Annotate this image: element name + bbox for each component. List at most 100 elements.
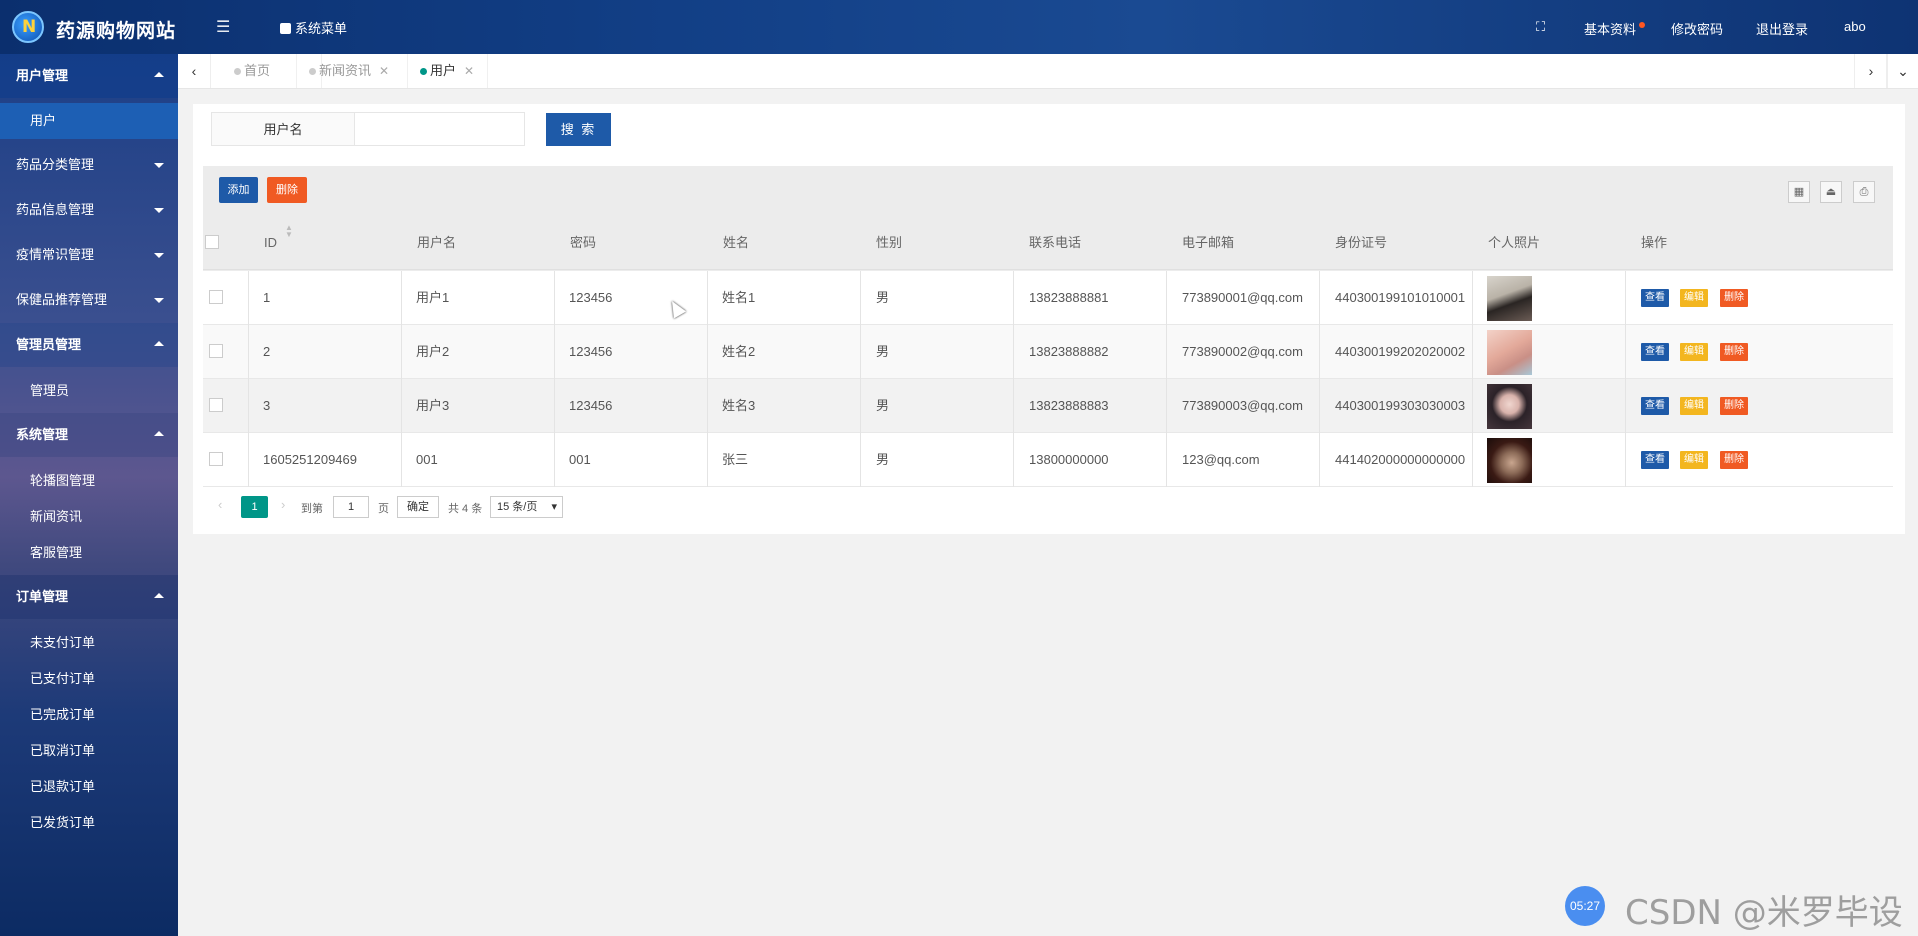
divider	[248, 433, 249, 487]
username-label[interactable]: abo	[1844, 19, 1866, 34]
delete-button[interactable]: 删除	[1720, 343, 1748, 361]
total-count: 共 4 条	[448, 503, 483, 515]
tab-dot	[234, 68, 241, 75]
sidebar-group-label: 订单管理	[16, 589, 69, 604]
col-header-password: 密码	[570, 235, 597, 250]
search-username-label: 用户名	[211, 112, 355, 146]
sidebar-item-user[interactable]: 用户	[0, 103, 178, 139]
sidebar-group-user-management[interactable]: 用户管理	[0, 54, 178, 98]
row-checkbox[interactable]	[209, 452, 223, 466]
cell-id: 1	[263, 290, 271, 305]
divider	[707, 433, 708, 487]
sidebar-group-system-management[interactable]: 系统管理	[0, 413, 178, 457]
table-row: 3 用户3 123456 姓名3 男 13823888883 773890003…	[203, 379, 1893, 433]
tab-news[interactable]: 新闻资讯 ✕	[296, 54, 408, 88]
edit-button[interactable]: 编辑	[1680, 451, 1708, 469]
goto-confirm-button[interactable]: 确定	[397, 496, 439, 518]
next-page-icon[interactable]: ›	[281, 497, 285, 512]
sidebar-group-label: 药品信息管理	[16, 202, 95, 217]
sidebar-item-customer-service[interactable]: 客服管理	[0, 535, 178, 571]
divider	[401, 379, 402, 433]
sidebar-group-admin-management[interactable]: 管理员管理	[0, 323, 178, 367]
tab-user[interactable]: 用户 ✕	[408, 54, 488, 88]
sidebar-item-admin[interactable]: 管理员	[0, 373, 178, 409]
close-icon[interactable]: ✕	[464, 64, 474, 78]
sidebar-item-carousel[interactable]: 轮播图管理	[0, 463, 178, 499]
search-username-input[interactable]	[354, 112, 525, 146]
page-size-select[interactable]: 15 条/页 ▾	[490, 496, 563, 518]
cell-email: 773890001@qq.com	[1182, 290, 1303, 305]
sidebar-item-cancelled-orders[interactable]: 已取消订单	[0, 733, 178, 769]
sidebar-item-news[interactable]: 新闻资讯	[0, 499, 178, 535]
list-icon[interactable]: ☰	[216, 17, 230, 37]
col-header-photo: 个人照片	[1488, 235, 1541, 250]
user-photo[interactable]	[1487, 384, 1532, 429]
fullscreen-icon[interactable]: ⛶	[1536, 19, 1545, 35]
divider	[860, 325, 861, 379]
view-button[interactable]: 查看	[1641, 397, 1669, 415]
sidebar-item-shipped-orders[interactable]: 已发货订单	[0, 805, 178, 841]
export-icon[interactable]: ⏏	[1820, 181, 1842, 203]
columns-icon[interactable]: ▦	[1788, 181, 1810, 203]
search-button[interactable]: 搜 索	[546, 113, 611, 146]
edit-button[interactable]: 编辑	[1680, 343, 1708, 361]
chevron-down-icon[interactable]: ⌄	[1886, 54, 1918, 88]
cell-idcard: 440300199202020002	[1335, 344, 1466, 359]
divider	[401, 271, 402, 325]
edit-button[interactable]: 编辑	[1680, 289, 1708, 307]
sidebar-group-label: 药品分类管理	[16, 157, 95, 172]
divider	[1625, 325, 1626, 379]
chevron-right-icon[interactable]: ›	[1854, 54, 1888, 88]
view-button[interactable]: 查看	[1641, 289, 1669, 307]
sidebar-group-label: 系统管理	[16, 427, 69, 442]
row-checkbox[interactable]	[209, 398, 223, 412]
delete-button[interactable]: 删除	[1720, 451, 1748, 469]
view-button[interactable]: 查看	[1641, 451, 1669, 469]
add-button[interactable]: 添加	[219, 177, 258, 203]
cell-name: 张三	[722, 452, 749, 467]
sidebar-group-drug-category[interactable]: 药品分类管理	[0, 143, 178, 187]
delete-button[interactable]: 删除	[1720, 289, 1748, 307]
row-checkbox[interactable]	[209, 290, 223, 304]
view-button[interactable]: 查看	[1641, 343, 1669, 361]
sidebar-item-paid-orders[interactable]: 已支付订单	[0, 661, 178, 697]
user-photo[interactable]	[1487, 330, 1532, 375]
change-password-link[interactable]: 修改密码	[1671, 19, 1723, 38]
sidebar-item-completed-orders[interactable]: 已完成订单	[0, 697, 178, 733]
close-icon[interactable]: ✕	[379, 64, 389, 78]
edit-button[interactable]: 编辑	[1680, 397, 1708, 415]
sidebar-group-order-management[interactable]: 订单管理	[0, 575, 178, 619]
user-photo[interactable]	[1487, 276, 1532, 321]
sidebar-group-health-products[interactable]: 保健品推荐管理	[0, 278, 178, 322]
sidebar-group-epidemic-knowledge[interactable]: 疫情常识管理	[0, 233, 178, 277]
sidebar-group-drug-info[interactable]: 药品信息管理	[0, 188, 178, 232]
batch-delete-button[interactable]: 删除	[267, 177, 307, 203]
user-photo[interactable]	[1487, 438, 1532, 483]
logout-link[interactable]: 退出登录	[1756, 19, 1808, 38]
delete-button[interactable]: 删除	[1720, 397, 1748, 415]
chevron-left-icon[interactable]: ‹	[178, 54, 211, 88]
chevron-down-icon	[154, 253, 164, 258]
sort-icon[interactable]: ▲ ▼	[285, 224, 293, 239]
cell-phone: 13823888882	[1029, 344, 1109, 359]
row-checkbox[interactable]	[209, 344, 223, 358]
divider	[1319, 433, 1320, 487]
page-size-value: 15 条/页	[497, 501, 538, 513]
divider	[707, 325, 708, 379]
cell-email: 773890003@qq.com	[1182, 398, 1303, 413]
sidebar-item-refunded-orders[interactable]: 已退款订单	[0, 769, 178, 805]
divider	[401, 325, 402, 379]
page-current[interactable]: 1	[241, 496, 268, 518]
cell-idcard: 441402000000000000	[1335, 452, 1466, 467]
profile-link[interactable]: 基本资料	[1584, 19, 1646, 38]
select-all-checkbox[interactable]	[205, 235, 219, 249]
prev-page-icon[interactable]: ‹	[218, 497, 222, 512]
chevron-up-icon	[154, 431, 164, 436]
cell-password: 123456	[569, 398, 613, 413]
system-menu-button[interactable]: 系统菜单	[280, 18, 347, 37]
goto-page-input[interactable]: 1	[333, 496, 369, 518]
sidebar-group-label: 疫情常识管理	[16, 247, 95, 262]
col-header-id[interactable]: ID	[264, 216, 277, 270]
sidebar-item-unpaid-orders[interactable]: 未支付订单	[0, 625, 178, 661]
print-icon[interactable]: ⎙	[1853, 181, 1875, 203]
